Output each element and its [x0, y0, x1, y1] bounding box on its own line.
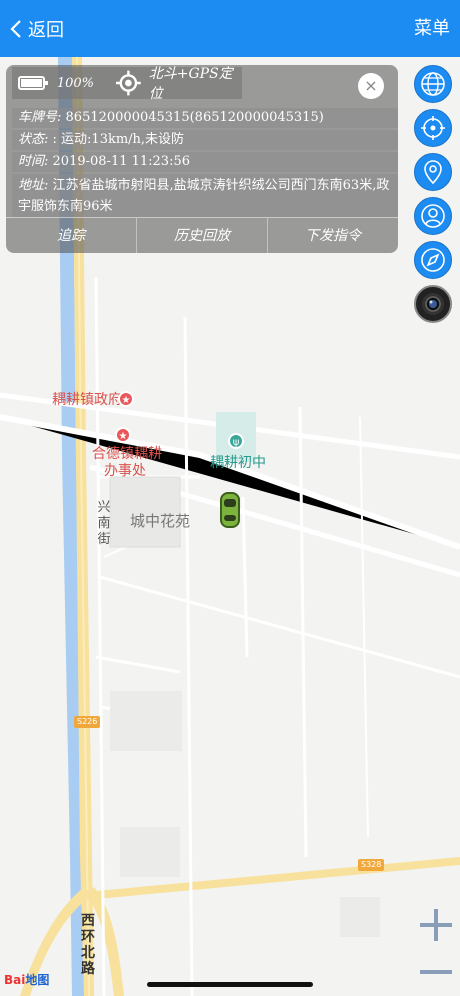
location-pin-icon — [424, 160, 442, 185]
road-label: 西环北路 — [81, 913, 95, 977]
menu-button[interactable]: 菜单 — [414, 14, 450, 44]
camera-button[interactable] — [414, 285, 452, 323]
baidu-logo: Bai地图 — [4, 971, 49, 988]
person-icon — [421, 204, 445, 228]
track-button[interactable]: 追踪 — [6, 218, 137, 253]
compass-icon — [421, 248, 445, 272]
info-header: 100% 北斗+GPS定位 — [12, 66, 242, 102]
close-icon: × — [364, 76, 378, 95]
poi-office-label-2[interactable]: 办事处 — [104, 460, 146, 480]
address-value: 江苏省盐城市射阳县,盐城京涛针织绒公司西门东南63米,政宇服饰东南96米 — [18, 178, 390, 214]
close-panel-button[interactable]: × — [358, 73, 384, 99]
star-icon: ★ — [115, 427, 131, 443]
plate-key: 车牌号: — [18, 110, 62, 125]
vehicle-info-panel: 100% 北斗+GPS定位 × 车牌号: 865120000045315(865… — [6, 65, 398, 253]
road-shield-s226: S226 — [74, 716, 101, 728]
locate-me-button[interactable] — [414, 109, 452, 147]
history-playback-button[interactable]: 历史回放 — [137, 218, 268, 253]
nav-bar: 返回 菜单 — [0, 0, 460, 57]
poi-school-label[interactable]: 耦耕初中 — [210, 452, 266, 472]
map-view[interactable]: 耦耕镇政府 ★ ★ 合德镇耦耕 办事处 ψ 耦耕初中 城中花苑 兴南街 西环北路… — [0, 57, 460, 996]
poi-gov-label[interactable]: 耦耕镇政府 — [52, 389, 122, 409]
status-row: 状态: : 运动:13km/h,未设防 — [12, 130, 398, 150]
home-indicator[interactable] — [147, 982, 313, 987]
logo-text: Bai — [4, 973, 26, 987]
time-value: 2019-08-11 11:23:56 — [52, 154, 191, 169]
star-icon: ★ — [118, 391, 134, 407]
logo-tail: 地图 — [25, 973, 50, 987]
status-value: : 运动:13km/h,未设防 — [52, 132, 185, 147]
crosshair-icon — [421, 116, 445, 140]
address-key: 地址: — [18, 178, 49, 193]
user-button[interactable] — [414, 197, 452, 235]
vehicle-location-button[interactable] — [414, 153, 452, 191]
time-key: 时间: — [18, 154, 49, 169]
map-tools — [414, 65, 454, 329]
panel-actions: 追踪 历史回放 下发指令 — [6, 217, 398, 253]
back-label: 返回 — [28, 20, 64, 41]
camera-icon — [422, 293, 444, 315]
plate-row: 车牌号: 865120000045315(865120000045315) — [12, 108, 398, 128]
back-button[interactable]: 返回 — [8, 14, 64, 44]
vehicle-marker[interactable] — [220, 492, 240, 528]
globe-icon — [421, 72, 445, 96]
school-icon: ψ — [228, 433, 244, 449]
send-command-button[interactable]: 下发指令 — [268, 218, 398, 253]
address-row: 地址: 江苏省盐城市射阳县,盐城京涛针织绒公司西门东南63米,政宇服饰东南96米 — [12, 174, 398, 218]
poi-garden-label[interactable]: 城中花苑 — [130, 510, 190, 531]
plate-value: 865120000045315(865120000045315) — [65, 110, 324, 125]
gps-target-icon — [116, 70, 141, 96]
road-shield-s328: S328 — [358, 859, 385, 871]
zoom-out-button[interactable] — [418, 962, 454, 982]
chevron-left-icon — [10, 20, 21, 38]
time-row: 时间: 2019-08-11 11:23:56 — [12, 152, 398, 172]
location-type: 北斗+GPS定位 — [148, 66, 233, 102]
battery-icon — [18, 76, 48, 90]
battery-percent: 100% — [56, 75, 95, 91]
navigation-button[interactable] — [414, 241, 452, 279]
layer-toggle-button[interactable] — [414, 65, 452, 103]
street-label: 兴南街 — [97, 500, 111, 547]
zoom-in-button[interactable] — [418, 907, 454, 943]
status-key: 状态: — [18, 132, 49, 147]
